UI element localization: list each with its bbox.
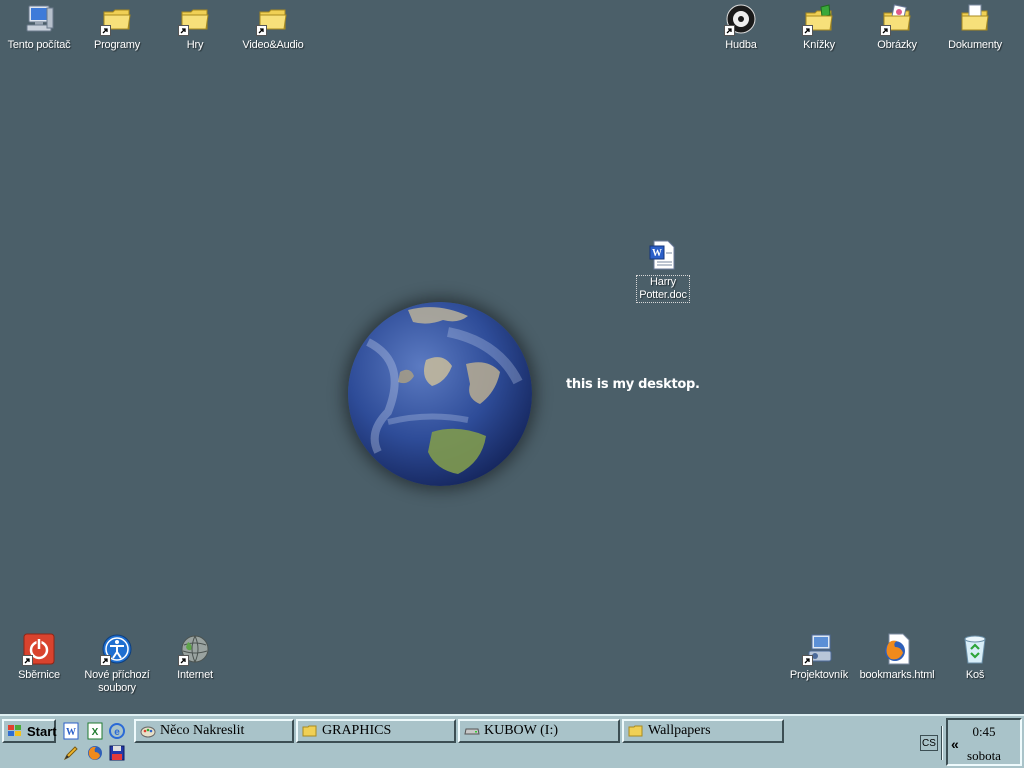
desktop-icon-sbernice[interactable]: Sběrnice <box>0 632 78 682</box>
folder-shortcut-icon <box>178 2 212 36</box>
desktop-icon-label: Tento počítač <box>7 39 71 51</box>
label-line: Nové příchozí <box>84 669 150 681</box>
computer-icon <box>22 2 56 36</box>
word-document-icon: W <box>646 238 680 272</box>
language-indicator[interactable]: CS <box>920 735 938 751</box>
desktop-icon-label: Knížky <box>803 39 835 51</box>
windows-logo-icon <box>8 725 21 736</box>
drive-icon <box>464 728 480 735</box>
ie-icon[interactable]: e <box>108 722 126 740</box>
desktop-icon-label: Video&Audio <box>242 39 304 51</box>
system-tray-clock[interactable]: 0:45 sobota <box>946 718 1022 766</box>
desktop-icon-hry[interactable]: Hry <box>156 2 234 52</box>
desktop-icon-knizky[interactable]: Knížky <box>780 2 858 52</box>
label-line: Harry <box>650 276 676 288</box>
desktop-icon-label: Koš <box>965 669 985 681</box>
music-cd-icon <box>724 2 758 36</box>
shortcut-arrow-icon <box>880 25 891 36</box>
desktop-icon-label: Sběrnice <box>18 669 60 681</box>
start-label: Start <box>27 723 57 739</box>
recycle-bin-icon <box>958 632 992 666</box>
desktop-icon-label: Hry <box>186 39 204 51</box>
task-button-wallpapers[interactable]: Wallpapers <box>622 719 784 743</box>
desktop-icon-label: Nové příchozí soubory <box>84 669 149 695</box>
shortcut-arrow-icon <box>802 655 813 666</box>
desktop-icon-label: Obrázky <box>877 39 917 51</box>
desktop-icon-label: bookmarks.html <box>859 669 935 681</box>
shortcut-arrow-icon <box>178 655 189 666</box>
task-button-neco-nakreslit[interactable]: Něco Nakreslit <box>134 719 294 743</box>
label-line: Potter.doc <box>639 289 687 301</box>
svg-text:W: W <box>652 248 662 259</box>
desktop-icon-kos[interactable]: Koš <box>936 632 1014 682</box>
desktop[interactable]: Tento počítač Programy Hry Video&Audio H… <box>0 0 1024 714</box>
shortcut-arrow-icon <box>178 25 189 36</box>
desktop-icon-my-computer[interactable]: Tento počítač <box>0 2 78 52</box>
svg-text:W: W <box>66 727 76 738</box>
accessibility-icon <box>100 632 134 666</box>
desktop-icon-bookmarks-html[interactable]: bookmarks.html <box>858 632 936 682</box>
books-folder-icon <box>802 2 836 36</box>
desktop-icon-video-audio[interactable]: Video&Audio <box>234 2 312 52</box>
shortcut-arrow-icon <box>100 655 111 666</box>
shortcut-arrow-icon <box>802 25 813 36</box>
shortcut-arrow-icon <box>22 655 33 666</box>
desktop-icon-obrazky[interactable]: Obrázky <box>858 2 936 52</box>
label-line: soubory <box>98 682 136 694</box>
desktop-icon-label: Programy <box>93 39 141 51</box>
task-button-label: Něco Nakreslit <box>160 723 245 738</box>
desktop-icon-nove-prichozi-soubory[interactable]: Nové příchozí soubory <box>78 632 156 695</box>
tray-separator <box>941 726 943 760</box>
pencil-icon[interactable] <box>62 744 80 762</box>
folder-icon <box>628 725 643 737</box>
desktop-icon-internet[interactable]: Internet <box>156 632 234 682</box>
firefox-html-icon <box>880 632 914 666</box>
firefox-icon[interactable] <box>86 744 104 762</box>
desktop-icon-label: Dokumenty <box>948 39 1002 51</box>
floppy-icon[interactable] <box>108 744 126 762</box>
desktop-icon-programy[interactable]: Programy <box>78 2 156 52</box>
desktop-icon-dokumenty[interactable]: Dokumenty <box>936 2 1014 52</box>
svg-text:e: e <box>114 727 120 738</box>
earth-globe-wallpaper <box>348 302 532 486</box>
clock-day: sobota <box>967 748 1001 763</box>
folder-shortcut-icon <box>256 2 290 36</box>
clock-time: 0:45 <box>972 724 996 739</box>
desktop-icon-label: Harry Potter.doc <box>636 275 690 303</box>
svg-text:X: X <box>92 727 99 738</box>
desktop-icon-hudba[interactable]: Hudba <box>702 2 780 52</box>
paint-icon <box>140 726 156 738</box>
shortcut-arrow-icon <box>256 25 267 36</box>
task-button-label: GRAPHICS <box>322 723 392 738</box>
shortcut-arrow-icon <box>724 25 735 36</box>
taskbar: Start W X e Něco Nakreslit GRAPHICS KUBO… <box>0 714 1024 768</box>
pictures-folder-icon <box>880 2 914 36</box>
word-icon[interactable]: W <box>62 722 80 740</box>
shortcut-arrow-icon <box>100 25 111 36</box>
folder-shortcut-icon <box>100 2 134 36</box>
desktop-icon-projektovnik[interactable]: Projektovník <box>780 632 858 682</box>
globe-icon <box>178 632 212 666</box>
start-button[interactable]: Start <box>2 719 57 743</box>
task-button-label: Wallpapers <box>648 723 711 738</box>
desktop-icon-label: Hudba <box>725 39 757 51</box>
excel-icon[interactable]: X <box>86 722 104 740</box>
projector-icon <box>802 632 836 666</box>
desktop-icon-label: Projektovník <box>789 669 849 681</box>
desktop-icon-harry-potter-doc[interactable]: W Harry Potter.doc <box>624 238 702 303</box>
task-button-kubow-drive[interactable]: KUBOW (I:) <box>458 719 620 743</box>
desktop-caption: this is my desktop. <box>566 377 700 392</box>
desktop-icon-label: Internet <box>177 669 213 681</box>
documents-folder-icon <box>958 2 992 36</box>
task-button-label: KUBOW (I:) <box>484 723 559 738</box>
task-button-graphics[interactable]: GRAPHICS <box>296 719 456 743</box>
power-icon <box>22 632 56 666</box>
folder-icon <box>302 725 317 737</box>
